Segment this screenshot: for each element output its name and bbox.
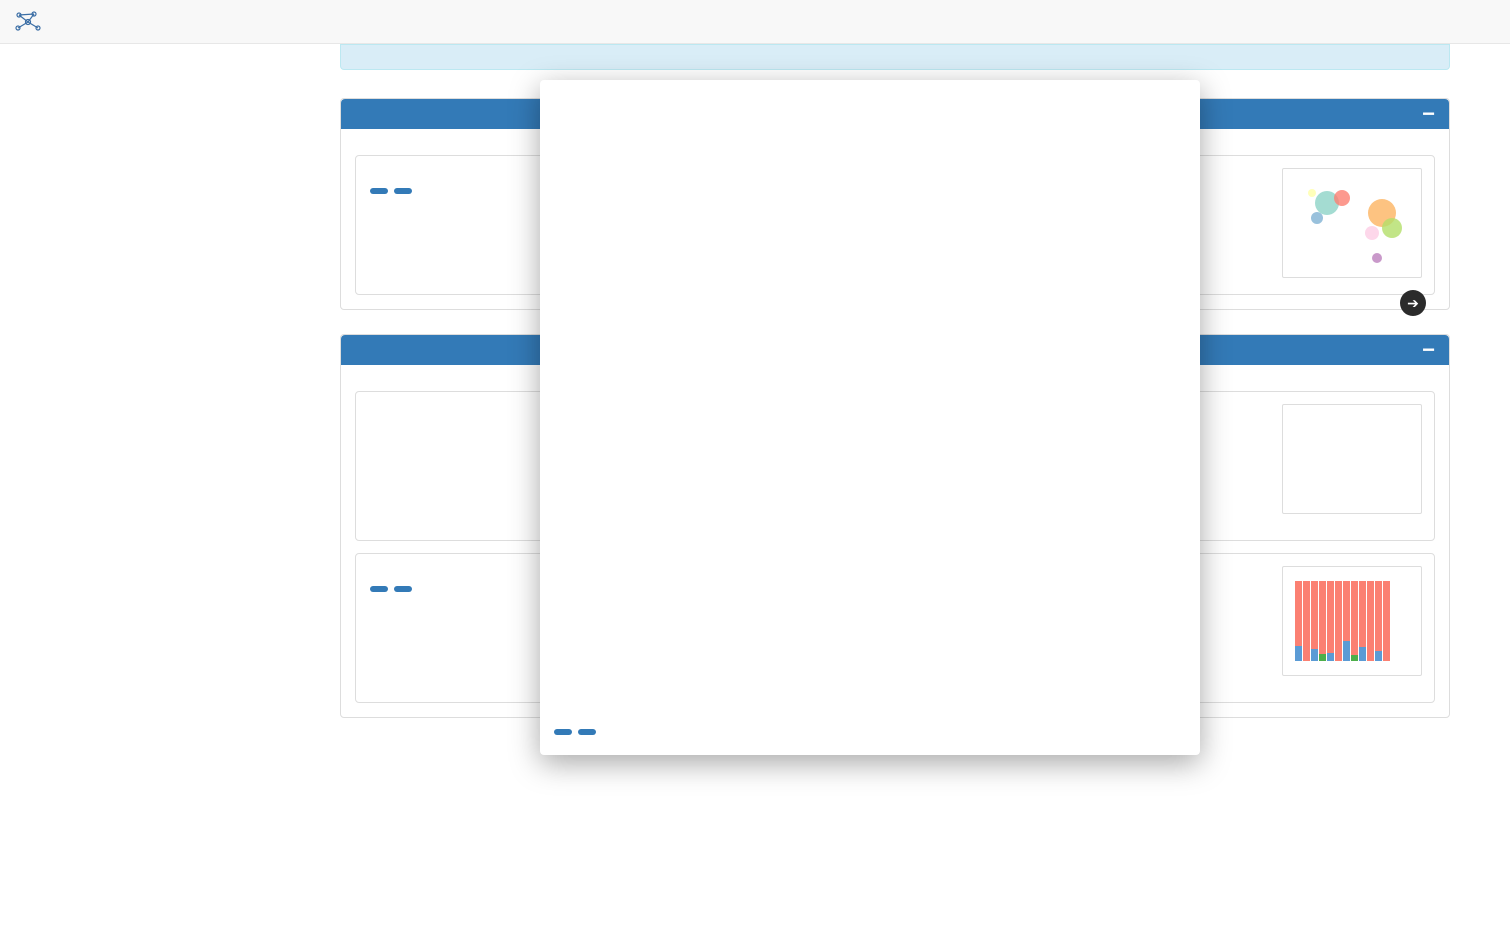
- carousel-next-icon[interactable]: ➔: [1400, 290, 1426, 316]
- chart-modal: [540, 80, 1200, 755]
- brand-network-icon: [14, 10, 42, 34]
- collapse-icon[interactable]: −: [1422, 345, 1435, 355]
- chart-container: [540, 80, 1200, 720]
- collapse-icon[interactable]: −: [1422, 109, 1435, 119]
- thumbnail-barplot[interactable]: [1282, 566, 1422, 676]
- thumbnail-boxplot[interactable]: [1282, 404, 1422, 514]
- navbar: [0, 0, 1510, 44]
- boxplot-chart: [548, 94, 1188, 714]
- png-button[interactable]: [394, 586, 412, 592]
- modal-png-button[interactable]: [578, 729, 596, 735]
- info-summary-box: [340, 44, 1450, 70]
- modal-pdf-button[interactable]: [554, 729, 572, 735]
- pdf-button[interactable]: [370, 586, 388, 592]
- thumbnail-umap[interactable]: [1282, 168, 1422, 278]
- pdf-button[interactable]: [370, 188, 388, 194]
- png-button[interactable]: [394, 188, 412, 194]
- brand-logo[interactable]: [10, 10, 42, 34]
